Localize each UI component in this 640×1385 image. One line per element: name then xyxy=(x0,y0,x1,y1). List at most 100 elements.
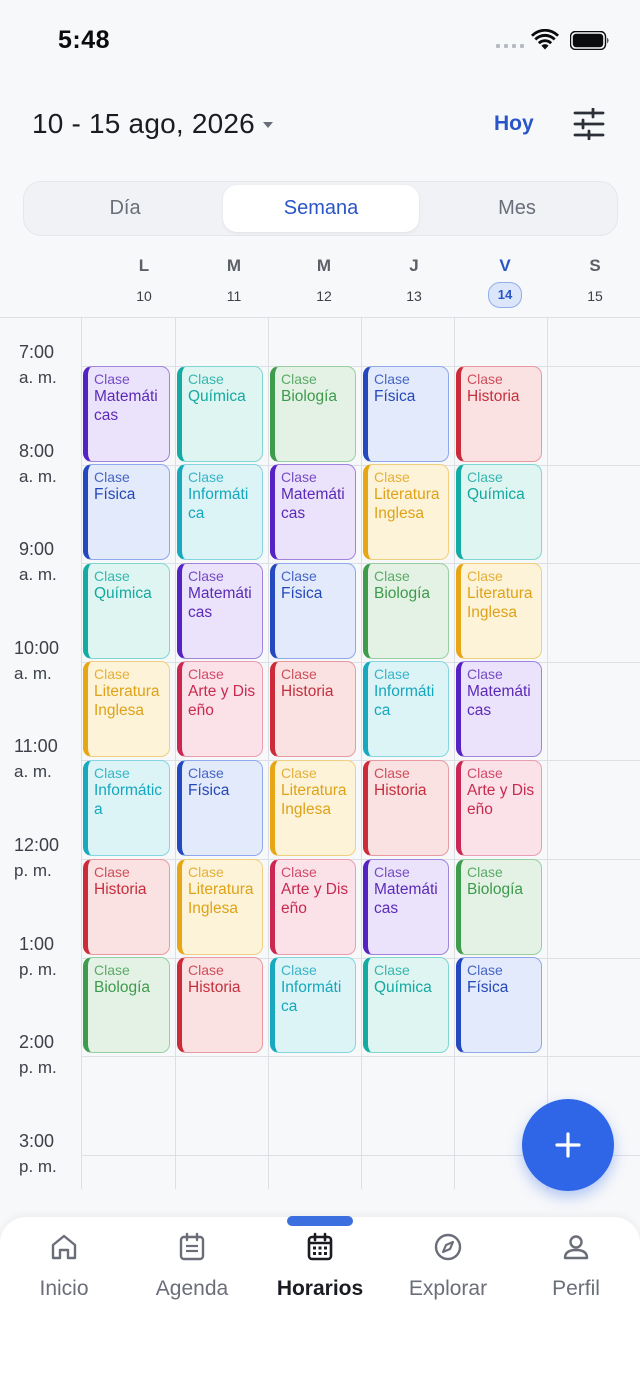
day-header[interactable]: S 15 xyxy=(565,255,625,307)
event-subject: Física xyxy=(188,782,230,799)
class-event[interactable]: Clase Matemáticas xyxy=(456,661,542,757)
class-event[interactable]: Clase Historia xyxy=(456,366,542,462)
event-kind: Clase xyxy=(467,666,503,682)
grid-column-divider xyxy=(454,317,455,1189)
class-event[interactable]: Clase Biología xyxy=(83,957,170,1053)
home-icon xyxy=(51,1234,77,1260)
class-event[interactable]: Clase Física xyxy=(363,366,449,462)
event-subject: Física xyxy=(94,486,136,503)
class-event[interactable]: Clase Biología xyxy=(456,859,542,955)
nav-item-perfil[interactable]: Perfil xyxy=(512,1227,640,1317)
class-event[interactable]: Clase Literatura Inglesa xyxy=(270,760,356,856)
class-event[interactable]: Clase Informática xyxy=(177,464,263,560)
event-kind: Clase xyxy=(188,765,224,781)
event-subject: Literatura Inglesa xyxy=(467,585,533,621)
class-event[interactable]: Clase Literatura Inglesa xyxy=(177,859,263,955)
nav-item-horarios[interactable]: Horarios xyxy=(256,1227,384,1317)
nav-label: Perfil xyxy=(552,1277,600,1300)
class-event[interactable]: Clase Informática xyxy=(363,661,449,757)
filter-sliders-icon[interactable] xyxy=(572,108,606,140)
class-event[interactable]: Clase Química xyxy=(177,366,263,462)
event-subject: Física xyxy=(467,979,509,996)
day-number: 14 xyxy=(488,282,522,308)
event-kind: Clase xyxy=(94,765,130,781)
week-day-headers: L 10 M 11 M 12 J 13 V 14 S 15 xyxy=(0,255,640,317)
time-hour: 8:00 xyxy=(19,441,55,461)
day-of-week: M xyxy=(226,256,242,275)
class-event[interactable]: Clase Matemáticas xyxy=(270,464,356,560)
time-period: a. m. xyxy=(14,664,52,683)
class-event[interactable]: Clase Informática xyxy=(270,957,356,1053)
plus-icon xyxy=(555,1132,581,1158)
class-event[interactable]: Clase Biología xyxy=(270,366,356,462)
class-event[interactable]: Clase Arte y Diseño xyxy=(456,760,542,856)
time-label: 8:00 a. m. xyxy=(0,438,64,490)
event-subject: Matemáticas xyxy=(467,683,531,719)
grid-column-divider xyxy=(268,317,269,1189)
class-event[interactable]: Clase Física xyxy=(456,957,542,1053)
day-header[interactable]: J 13 xyxy=(384,255,444,307)
grid-column-divider xyxy=(81,317,82,1189)
event-kind: Clase xyxy=(374,371,410,387)
event-subject: Física xyxy=(281,585,323,602)
nav-item-explorar[interactable]: Explorar xyxy=(384,1227,512,1317)
nav-label: Agenda xyxy=(155,1277,229,1300)
caret-down-icon[interactable] xyxy=(262,121,274,129)
day-header[interactable]: L 10 xyxy=(114,255,174,307)
nav-label: Horarios xyxy=(276,1277,364,1300)
event-subject: Historia xyxy=(94,881,147,898)
class-event[interactable]: Clase Historia xyxy=(83,859,170,955)
event-kind: Clase xyxy=(467,765,503,781)
grid-column-divider xyxy=(175,317,176,1189)
class-event[interactable]: Clase Arte y Diseño xyxy=(270,859,356,955)
class-event[interactable]: Clase Física xyxy=(270,563,356,659)
class-event[interactable]: Clase Literatura Inglesa xyxy=(363,464,449,560)
agenda-icon xyxy=(179,1232,205,1261)
class-event[interactable]: Clase Informática xyxy=(83,760,170,856)
time-hour: 12:00 xyxy=(14,835,60,855)
nav-item-agenda[interactable]: Agenda xyxy=(128,1227,256,1317)
class-event[interactable]: Clase Matemáticas xyxy=(363,859,449,955)
event-kind: Clase xyxy=(188,864,224,880)
event-kind: Clase xyxy=(188,962,224,978)
time-hour: 11:00 xyxy=(14,736,58,756)
header: 10 - 15 ago, 2026 Hoy xyxy=(0,100,640,156)
nav-active-indicator xyxy=(287,1216,353,1226)
class-event[interactable]: Clase Historia xyxy=(363,760,449,856)
day-header[interactable]: M 12 xyxy=(294,255,354,307)
class-event[interactable]: Clase Física xyxy=(83,464,170,560)
class-event[interactable]: Clase Matemáticas xyxy=(83,366,170,462)
tab-mes[interactable]: Mes xyxy=(419,185,615,232)
event-kind: Clase xyxy=(281,469,317,485)
class-event[interactable]: Clase Física xyxy=(177,760,263,856)
event-subject: Biología xyxy=(94,979,151,996)
today-button[interactable]: Hoy xyxy=(494,112,534,136)
class-event[interactable]: Clase Literatura Inglesa xyxy=(456,563,542,659)
event-subject: Matemáticas xyxy=(94,388,158,424)
class-event[interactable]: Clase Biología xyxy=(363,563,449,659)
day-header[interactable]: V 14 xyxy=(475,255,535,308)
class-event[interactable]: Clase Química xyxy=(456,464,542,560)
time-label: 1:00 p. m. xyxy=(0,931,64,983)
event-kind: Clase xyxy=(281,666,317,682)
class-event[interactable]: Clase Historia xyxy=(270,661,356,757)
class-event[interactable]: Clase Literatura Inglesa xyxy=(83,661,170,757)
class-event[interactable]: Clase Química xyxy=(363,957,449,1053)
bottom-navigation: Inicio Agenda Horarios Explorar Perfil xyxy=(0,1216,640,1330)
add-event-button[interactable] xyxy=(522,1099,614,1191)
nav-label: Explorar xyxy=(408,1277,488,1300)
class-event[interactable]: Clase Química xyxy=(83,563,170,659)
time-period: p. m. xyxy=(19,1157,57,1176)
tab-semana[interactable]: Semana xyxy=(223,185,419,232)
class-event[interactable]: Clase Arte y Diseño xyxy=(177,661,263,757)
event-kind: Clase xyxy=(374,864,410,880)
day-of-week: V xyxy=(499,256,511,275)
day-header[interactable]: M 11 xyxy=(204,255,264,307)
time-hour: 1:00 xyxy=(19,934,55,954)
nav-item-inicio[interactable]: Inicio xyxy=(0,1227,128,1317)
date-range-title[interactable]: 10 - 15 ago, 2026 xyxy=(32,108,255,140)
class-event[interactable]: Clase Matemáticas xyxy=(177,563,263,659)
tab-dia[interactable]: Día xyxy=(27,185,223,232)
time-label: 3:00 p. m. xyxy=(0,1128,64,1180)
class-event[interactable]: Clase Historia xyxy=(177,957,263,1053)
